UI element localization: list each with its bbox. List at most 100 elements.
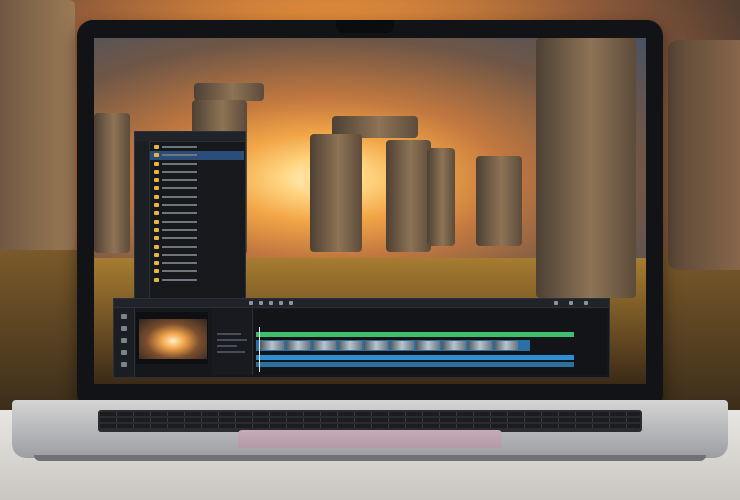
key-row bbox=[100, 424, 640, 428]
upright-stone bbox=[310, 134, 362, 252]
key-row bbox=[100, 418, 640, 422]
file-row[interactable] bbox=[150, 209, 244, 217]
folder-icon bbox=[154, 161, 159, 166]
video-clip-thumb[interactable] bbox=[494, 341, 518, 350]
inspector-line bbox=[217, 351, 245, 353]
key-row bbox=[100, 412, 640, 416]
file-row[interactable] bbox=[150, 193, 244, 201]
video-clip-thumb[interactable] bbox=[364, 341, 388, 350]
editor-toolbar bbox=[114, 299, 609, 308]
editor-sidebar bbox=[114, 308, 135, 377]
trackpad[interactable] bbox=[238, 430, 502, 448]
tool-icon[interactable] bbox=[279, 301, 283, 305]
file-row[interactable] bbox=[150, 267, 244, 275]
playhead[interactable] bbox=[259, 327, 260, 372]
folder-icon bbox=[154, 203, 159, 208]
file-name bbox=[162, 195, 212, 198]
file-name bbox=[162, 237, 212, 240]
video-clip-thumb[interactable] bbox=[260, 341, 284, 350]
upright-stone bbox=[94, 113, 130, 253]
file-name bbox=[162, 212, 212, 215]
upright-stone bbox=[386, 140, 431, 252]
tool-icon[interactable] bbox=[554, 301, 558, 305]
video-editor-window bbox=[113, 298, 610, 378]
folder-icon bbox=[154, 227, 159, 232]
file-name bbox=[162, 204, 212, 207]
folder-icon bbox=[154, 261, 159, 266]
folder-icon bbox=[154, 153, 159, 158]
file-name bbox=[162, 262, 212, 265]
video-clip-thumb[interactable] bbox=[442, 341, 466, 350]
inspector-panel bbox=[212, 309, 253, 375]
folder-icon bbox=[154, 186, 159, 191]
sidebar-icon[interactable] bbox=[121, 326, 127, 331]
file-name bbox=[162, 170, 212, 173]
camera-notch bbox=[336, 20, 394, 33]
deck-lip bbox=[34, 455, 706, 461]
background-stone-right bbox=[668, 40, 740, 270]
folder-icon bbox=[154, 236, 159, 241]
foreground-stone bbox=[536, 38, 636, 298]
sidebar-icon[interactable] bbox=[121, 362, 127, 367]
folder-icon bbox=[154, 269, 159, 274]
video-clip-thumb[interactable] bbox=[312, 341, 336, 350]
lintel-stone bbox=[194, 83, 264, 101]
sidebar-icon[interactable] bbox=[121, 350, 127, 355]
file-row[interactable] bbox=[150, 176, 244, 184]
folder-icon bbox=[154, 277, 159, 282]
viewer-thumbnail bbox=[139, 319, 207, 359]
video-clip-thumb[interactable] bbox=[338, 341, 362, 350]
video-clip-thumb[interactable] bbox=[468, 341, 492, 350]
file-browser-panel bbox=[134, 131, 246, 303]
audio-track-blue[interactable] bbox=[256, 355, 574, 360]
panel-nav-rail bbox=[135, 141, 150, 301]
file-name bbox=[162, 253, 212, 256]
file-name bbox=[162, 187, 212, 190]
file-row[interactable] bbox=[150, 276, 244, 284]
file-row[interactable] bbox=[150, 168, 244, 176]
tool-icon[interactable] bbox=[569, 301, 573, 305]
folder-icon bbox=[154, 145, 159, 149]
tool-icon[interactable] bbox=[249, 301, 253, 305]
sidebar-icon[interactable] bbox=[121, 314, 127, 319]
audio-track-blue-2[interactable] bbox=[256, 362, 574, 367]
photo-scene bbox=[0, 0, 740, 500]
tool-icon[interactable] bbox=[584, 301, 588, 305]
file-row[interactable] bbox=[150, 151, 244, 160]
file-row[interactable] bbox=[150, 160, 244, 168]
file-name bbox=[162, 162, 212, 165]
folder-icon bbox=[154, 244, 159, 249]
background-stone-left bbox=[0, 0, 75, 250]
folder-icon bbox=[154, 211, 159, 216]
file-row[interactable] bbox=[150, 234, 244, 242]
tool-icon[interactable] bbox=[289, 301, 293, 305]
sidebar-icon[interactable] bbox=[121, 338, 127, 343]
file-row[interactable] bbox=[150, 184, 244, 192]
folder-icon bbox=[154, 219, 159, 224]
file-name bbox=[162, 179, 212, 182]
audio-track-green[interactable] bbox=[256, 332, 574, 337]
file-row[interactable] bbox=[150, 251, 244, 259]
file-name bbox=[162, 228, 212, 231]
file-name bbox=[162, 146, 212, 148]
inspector-line bbox=[217, 339, 247, 341]
folder-icon bbox=[154, 194, 159, 199]
file-row[interactable] bbox=[150, 143, 244, 151]
file-row[interactable] bbox=[150, 259, 244, 267]
upright-stone bbox=[476, 156, 522, 246]
file-name bbox=[162, 154, 212, 157]
video-clip-thumb[interactable] bbox=[416, 341, 440, 350]
video-clip-thumb[interactable] bbox=[390, 341, 414, 350]
file-name bbox=[162, 270, 212, 273]
inspector-line bbox=[217, 345, 237, 347]
file-row[interactable] bbox=[150, 243, 244, 251]
file-row[interactable] bbox=[150, 218, 244, 226]
upright-stone bbox=[427, 148, 455, 246]
tool-icon[interactable] bbox=[269, 301, 273, 305]
file-name bbox=[162, 220, 212, 223]
video-clip-thumb[interactable] bbox=[286, 341, 310, 350]
file-row[interactable] bbox=[150, 226, 244, 234]
tool-icon[interactable] bbox=[259, 301, 263, 305]
file-row[interactable] bbox=[150, 201, 244, 209]
folder-icon bbox=[154, 169, 159, 174]
